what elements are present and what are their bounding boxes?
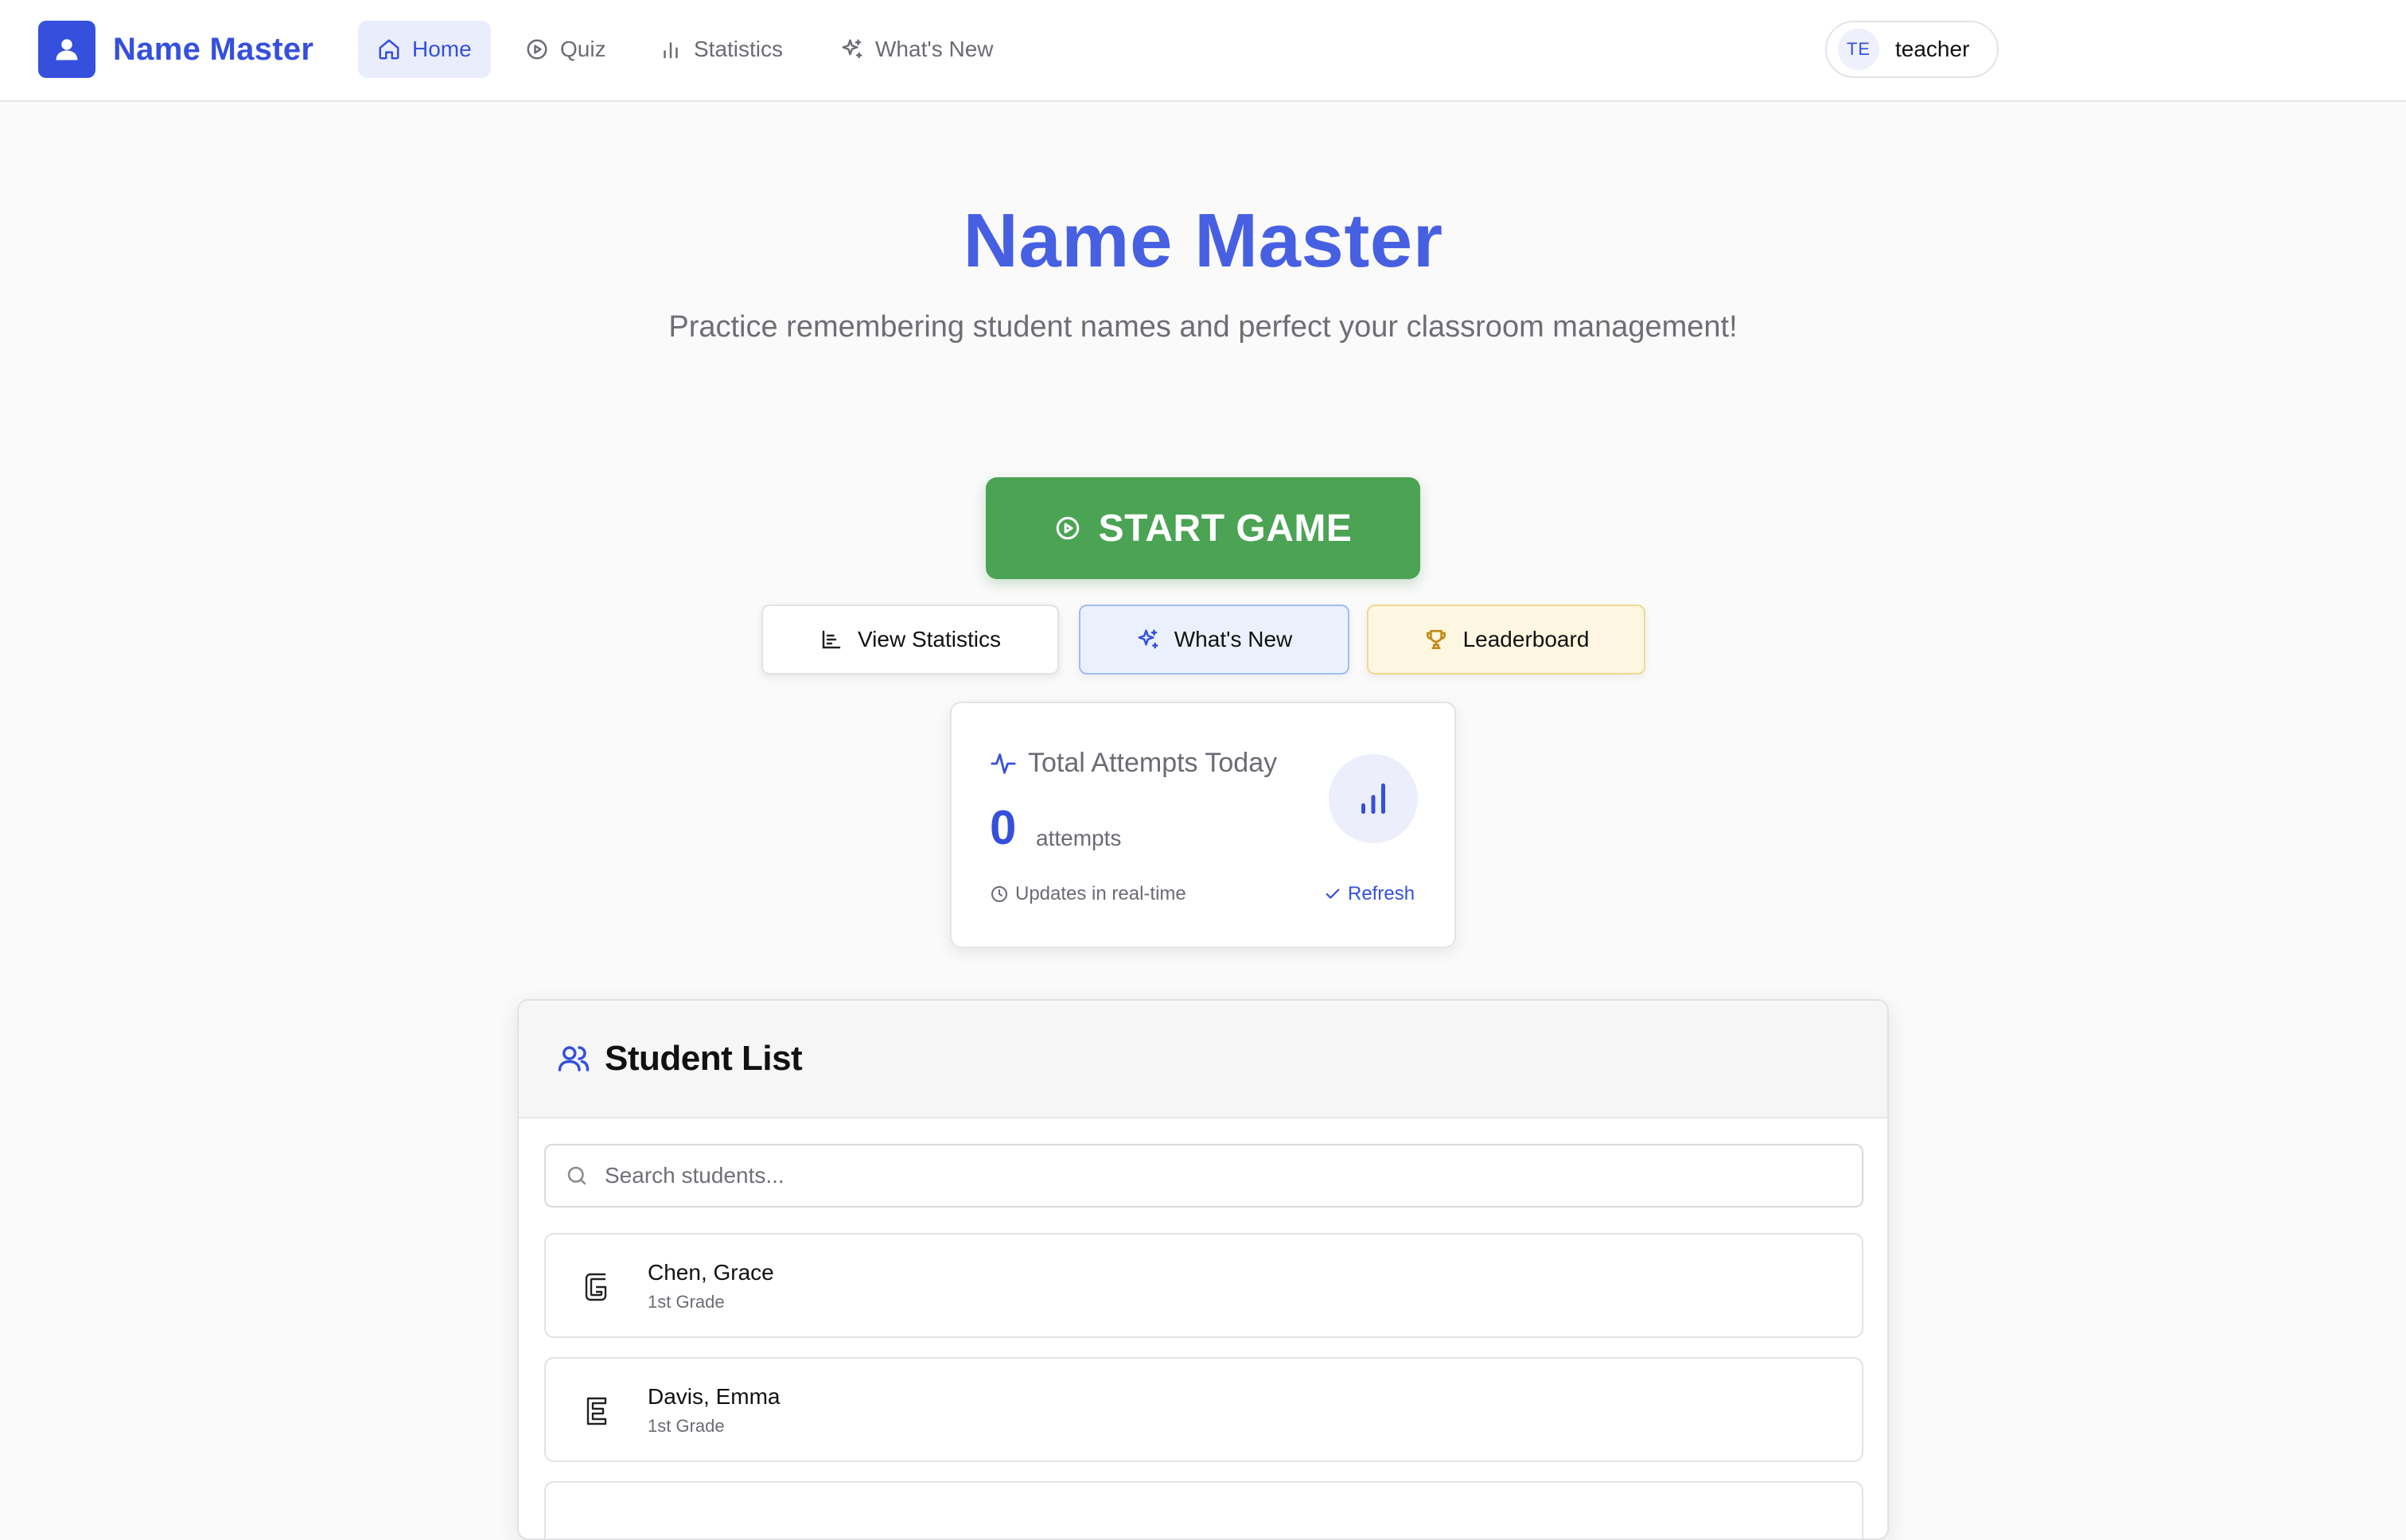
start-game-label: START GAME <box>1098 507 1353 550</box>
top-navbar: Name Master Home Quiz Statistics What's … <box>0 0 2406 102</box>
student-name: Davis, Emma <box>648 1384 781 1409</box>
user-logo-icon <box>38 21 95 78</box>
sparkles-icon <box>1138 629 1158 649</box>
list-item[interactable] <box>544 1481 1863 1538</box>
page-subtitle: Practice remembering student names and p… <box>668 310 1738 344</box>
list-item[interactable]: Davis, Emma 1st Grade <box>544 1357 1863 1462</box>
attempts-footer: Updates in real-time <box>990 883 1186 905</box>
view-statistics-button[interactable]: View Statistics <box>761 605 1059 675</box>
nav-item-quiz[interactable]: Quiz <box>506 21 625 78</box>
refresh-button[interactable]: Refresh <box>1324 883 1415 905</box>
leaderboard-label: Leaderboard <box>1462 627 1590 651</box>
leaderboard-button[interactable]: Leaderboard <box>1367 605 1645 675</box>
student-list-panel: Student List Chen, Grace 1st Grade Davis… <box>517 999 1889 1540</box>
student-name: Chen, Grace <box>648 1260 774 1285</box>
view-statistics-label: View Statistics <box>858 627 1001 651</box>
nav-item-whats-new[interactable]: What's New <box>821 21 1013 78</box>
bar-chart-icon <box>1329 754 1418 843</box>
nav-item-statistics-label: Statistics <box>694 37 784 61</box>
home-icon <box>379 39 399 60</box>
users-icon <box>558 1046 590 1071</box>
attempts-card: Total Attempts Today 0 attempts Updates … <box>950 702 1456 948</box>
search-field[interactable] <box>544 1144 1863 1208</box>
nav-item-home-label: Home <box>412 37 472 61</box>
student-list-header: Student List <box>519 1001 1887 1118</box>
activity-icon <box>991 752 1016 774</box>
chart-icon <box>822 630 841 649</box>
nav-item-whats-new-label: What's New <box>875 37 994 61</box>
student-list-title: Student List <box>605 1039 803 1078</box>
nav-item-quiz-label: Quiz <box>560 37 606 61</box>
avatar: TE <box>1838 29 1879 70</box>
attempts-title-label: Total Attempts Today <box>1028 748 1278 778</box>
play-circle-icon <box>527 39 547 60</box>
sparkles-icon <box>842 39 862 59</box>
user-menu[interactable]: TE teacher <box>1825 21 1999 78</box>
clock-icon <box>991 886 1007 902</box>
letter-g-icon <box>581 1262 613 1312</box>
attempts-footer-label: Updates in real-time <box>1015 883 1186 904</box>
start-game-button[interactable]: START GAME <box>986 477 1420 579</box>
whats-new-button[interactable]: What's New <box>1079 605 1349 675</box>
list-item[interactable]: Chen, Grace 1st Grade <box>544 1233 1863 1338</box>
brand[interactable]: Name Master <box>38 21 313 78</box>
play-circle-icon <box>1056 516 1079 540</box>
letter-e-icon <box>581 1386 613 1437</box>
user-name: teacher <box>1895 37 1970 61</box>
trophy-icon <box>1426 630 1446 649</box>
nav-item-statistics[interactable]: Statistics <box>640 21 802 78</box>
brand-name: Name Master <box>113 31 314 67</box>
attempts-title: Total Attempts Today <box>990 748 1277 779</box>
attempts-unit: attempts <box>1036 826 1122 850</box>
search-icon <box>567 1166 586 1185</box>
student-grade: 1st Grade <box>648 1416 725 1436</box>
student-grade: 1st Grade <box>648 1292 725 1312</box>
bar-chart-icon <box>664 42 678 59</box>
search-input[interactable] <box>605 1163 1798 1188</box>
attempts-count: 0 <box>990 801 1017 854</box>
page-title: Name Master <box>963 198 1443 283</box>
whats-new-label: What's New <box>1174 627 1293 651</box>
check-icon <box>1326 889 1340 899</box>
refresh-label: Refresh <box>1348 883 1415 904</box>
nav-item-home[interactable]: Home <box>358 21 491 78</box>
